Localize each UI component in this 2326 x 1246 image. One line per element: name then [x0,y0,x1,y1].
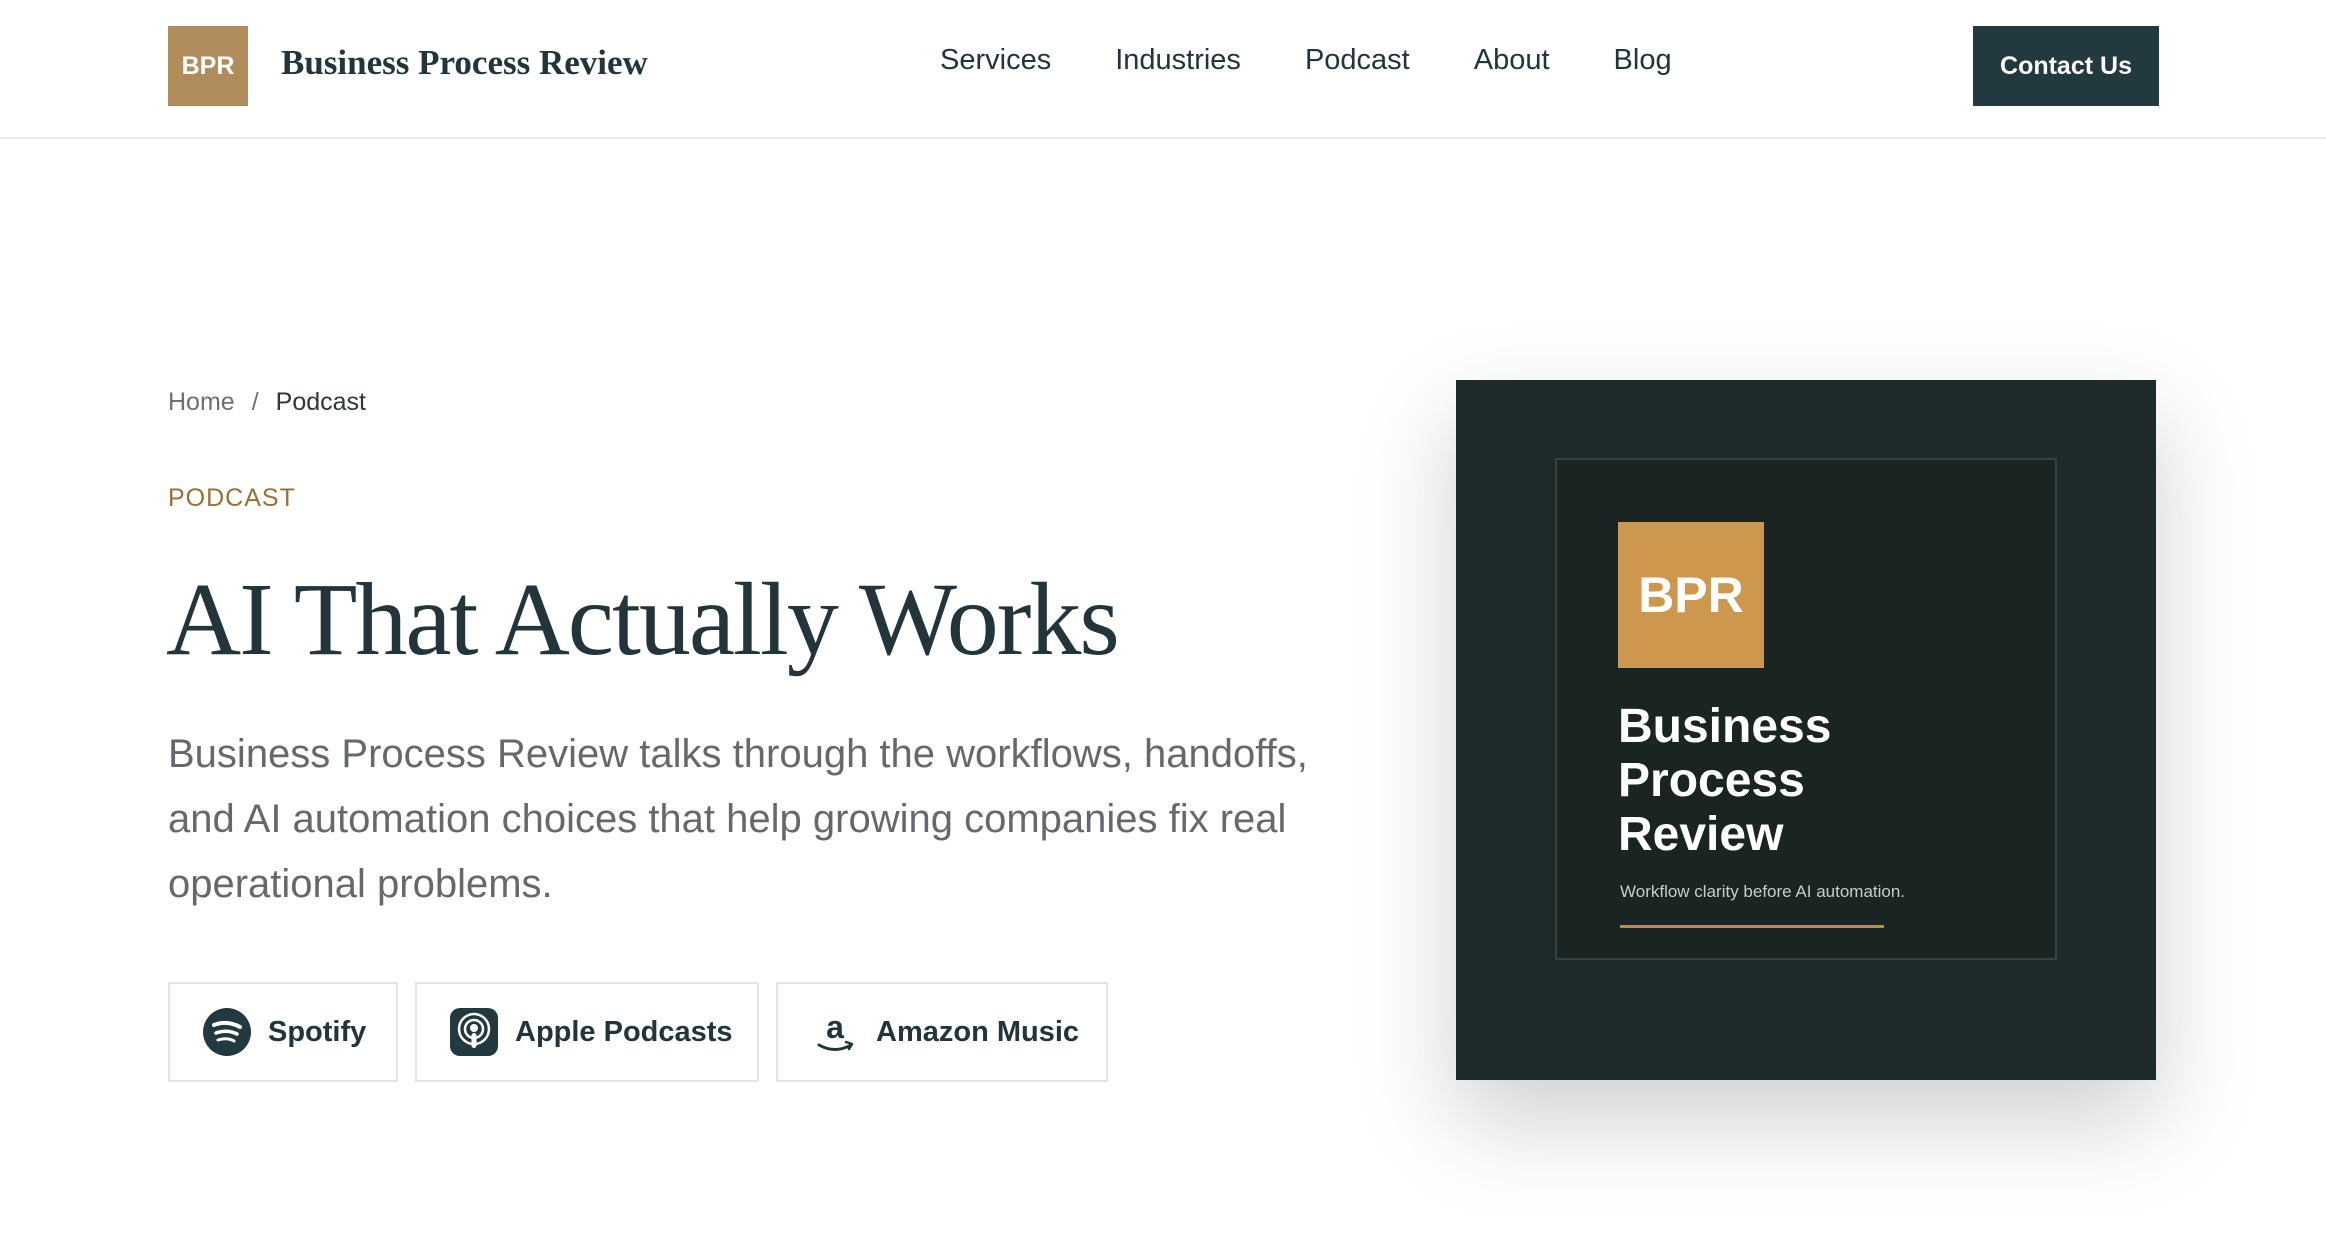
brand-logo-link[interactable]: BPR Business Process Review [168,26,648,106]
cover-divider [1620,925,1884,928]
podcast-cover-art: BPR Business Process Review Workflow cla… [1456,380,2156,1080]
page: BPR Business Process Review Services Ind… [0,0,2326,1246]
nav-about[interactable]: About [1474,44,1550,77]
svg-text:a: a [826,1009,844,1045]
section-eyebrow: PODCAST [168,484,296,512]
contact-us-button[interactable]: Contact Us [1973,26,2159,106]
nav-industries[interactable]: Industries [1115,44,1241,77]
spotify-button[interactable]: Spotify [168,982,398,1082]
cover-tagline: Workflow clarity before AI automation. [1620,882,1906,901]
nav-blog[interactable]: Blog [1614,44,1672,77]
breadcrumb-separator: / [251,388,259,416]
nav-services[interactable]: Services [940,44,1051,77]
page-title: AI That Actually Works [166,562,1120,677]
spotify-label: Spotify [268,1015,367,1048]
cover-title: Business Process Review [1618,700,1832,861]
main-nav: Services Industries Podcast About Blog [940,44,1736,77]
apple-podcasts-icon [449,1007,499,1057]
cover-frame: BPR Business Process Review Workflow cla… [1555,458,2057,960]
breadcrumb-home-link[interactable]: Home [168,388,235,417]
brand-name: Business Process Review [281,43,648,82]
amazon-music-button[interactable]: a Amazon Music [776,982,1108,1082]
brand-mark: BPR [168,26,248,106]
breadcrumb-current: Podcast [275,388,366,416]
breadcrumb: Home / Podcast [168,388,366,417]
spotify-icon [202,1007,252,1057]
apple-podcasts-button[interactable]: Apple Podcasts [415,982,759,1082]
nav-podcast[interactable]: Podcast [1305,44,1410,77]
amazon-music-label: Amazon Music [876,1015,1080,1048]
amazon-music-icon: a [810,1007,860,1057]
listen-platforms: Spotify Apple Podcasts a Amazon Music [168,982,1125,1082]
cover-logo-mark: BPR [1618,522,1764,668]
hero-description: Business Process Review talks through th… [168,732,1308,906]
site-header: BPR Business Process Review Services Ind… [0,0,2326,139]
apple-podcasts-label: Apple Podcasts [515,1015,733,1048]
